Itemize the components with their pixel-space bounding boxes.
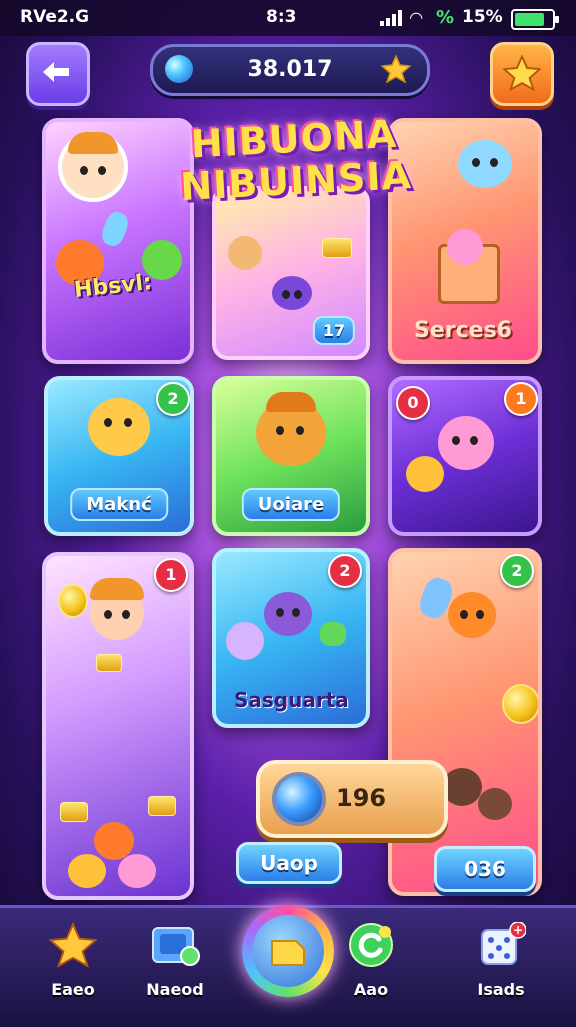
crystal-icon xyxy=(320,622,346,646)
card-label: Sasguarta xyxy=(234,688,349,712)
nav-label: Aao xyxy=(353,980,389,999)
creature-icon xyxy=(438,416,494,470)
creature-icon xyxy=(228,236,262,270)
counter-value: 196 xyxy=(336,784,387,812)
star-icon xyxy=(381,55,411,83)
status-bar: RVe2.G 8:3 ◠ % 15% xyxy=(0,0,576,36)
add-badge: + xyxy=(513,923,523,937)
gold-bar-icon xyxy=(148,796,176,816)
chest-icon xyxy=(438,229,500,304)
data-icon: % xyxy=(436,7,455,28)
notification-badge: 2 xyxy=(328,554,362,588)
coin-icon xyxy=(502,684,538,724)
creature-icon xyxy=(118,854,156,888)
coin-icon xyxy=(58,584,88,618)
star-icon xyxy=(48,921,98,968)
card-maknc[interactable]: Maknć 2 xyxy=(44,376,194,536)
creature-icon xyxy=(226,622,264,660)
creature-icon xyxy=(442,768,482,806)
back-arrow-icon xyxy=(43,62,69,82)
card-sasguarta[interactable]: Sasguarta 2 xyxy=(212,548,370,728)
creature-icon xyxy=(90,578,144,640)
creature-icon xyxy=(94,822,134,860)
notification-badge: 0 xyxy=(396,386,430,420)
magnifier-counter[interactable]: 196 xyxy=(256,760,448,838)
counter-button[interactable]: 036 xyxy=(434,846,536,892)
back-button[interactable] xyxy=(26,42,90,106)
battery-fill xyxy=(515,13,544,26)
card-uoiare[interactable]: Uoiare xyxy=(212,376,370,536)
card-6[interactable]: 0 1 xyxy=(388,376,542,536)
notification-badge: 2 xyxy=(156,382,190,416)
notification-badge: 1 xyxy=(504,382,538,416)
creature-icon xyxy=(88,398,150,456)
dice-icon: + xyxy=(481,921,527,965)
creature-icon xyxy=(272,276,312,310)
notification-badge: 2 xyxy=(500,554,534,588)
rewards-button[interactable] xyxy=(490,42,554,106)
clock: 8:3 xyxy=(266,7,297,27)
creature-icon xyxy=(478,788,512,820)
nav-label: Eaeo xyxy=(51,980,95,999)
card-label: Uoiare xyxy=(241,488,341,521)
creature-icon xyxy=(264,592,312,636)
card-label: 17 xyxy=(312,316,356,345)
crystal-icon xyxy=(98,209,132,249)
creature-icon xyxy=(458,140,512,188)
creature-icon xyxy=(256,392,326,466)
notification-badge: 1 xyxy=(154,558,188,592)
nav-item-naeod[interactable]: Naeod xyxy=(130,922,220,999)
gold-bar-icon xyxy=(60,802,88,822)
photo-icon xyxy=(152,927,200,966)
battery-icon xyxy=(511,9,559,30)
creature-icon xyxy=(406,456,444,492)
uaop-button[interactable]: Uaop xyxy=(236,842,342,884)
card-label: Maknć xyxy=(70,488,168,521)
avatar xyxy=(58,132,128,202)
gold-bar-icon xyxy=(322,238,352,258)
refresh-icon xyxy=(349,923,393,967)
carrier-text: RVe2.G xyxy=(20,7,90,27)
nav-label: Isads xyxy=(477,980,525,999)
nav-label: Naeod xyxy=(146,980,204,999)
creature-icon xyxy=(68,854,106,888)
magnifier-icon xyxy=(272,772,326,826)
card-9[interactable]: 2 xyxy=(388,548,542,896)
card-7[interactable]: 1 xyxy=(42,552,194,900)
nav-item-eaeo[interactable]: Eaeo xyxy=(28,921,118,999)
nav-item-aao[interactable]: Aao xyxy=(326,922,416,999)
card-label: Serces6 xyxy=(414,318,512,343)
nav-item-isads[interactable]: + Isads xyxy=(456,921,546,999)
creature-icon xyxy=(448,592,496,638)
signal-icon xyxy=(380,10,402,26)
currency-display: 38.017 xyxy=(150,44,430,96)
card-17[interactable]: 17 xyxy=(212,186,370,360)
wifi-icon: ◠ xyxy=(410,8,423,27)
play-button[interactable] xyxy=(242,905,334,997)
battery-percent: 15% xyxy=(462,7,503,27)
gold-bar-icon xyxy=(96,654,122,672)
play-icon xyxy=(271,940,305,966)
game-logo: HIBUONA NIBUINSIA xyxy=(148,110,442,209)
star-icon xyxy=(503,55,541,91)
